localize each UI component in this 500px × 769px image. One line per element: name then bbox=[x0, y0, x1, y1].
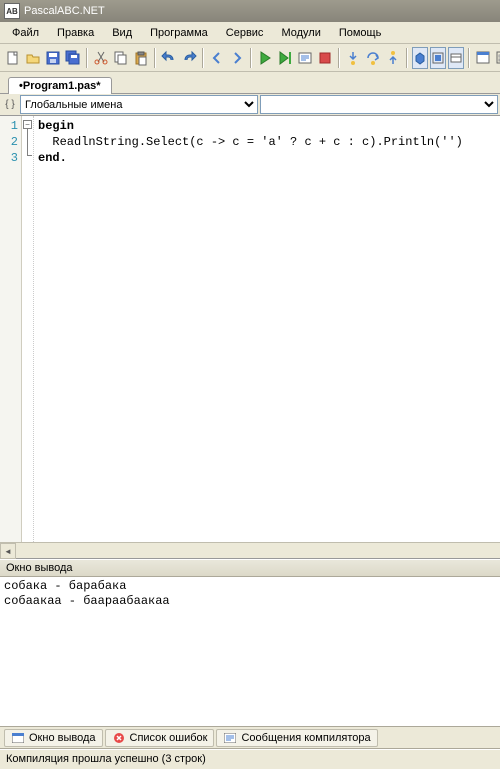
menubar: Файл Правка Вид Программа Сервис Модули … bbox=[0, 22, 500, 44]
output-line-2: собаакаа - баараабаакаа bbox=[4, 594, 170, 608]
output-body[interactable]: собака - барабака собаакаа - баараабаака… bbox=[0, 577, 500, 727]
nav-back-icon[interactable] bbox=[208, 47, 226, 69]
stop-icon[interactable] bbox=[316, 47, 334, 69]
compile-icon[interactable] bbox=[296, 47, 314, 69]
cut-icon[interactable] bbox=[92, 47, 110, 69]
toolbar-separator bbox=[86, 48, 88, 68]
code-area[interactable]: begin ReadlnString.Select(c -> c = 'a' ?… bbox=[34, 116, 500, 542]
menu-file[interactable]: Файл bbox=[4, 24, 47, 42]
document-tab-row: •Program1.pas* bbox=[0, 72, 500, 94]
mode-button-3[interactable] bbox=[448, 47, 464, 69]
save-icon[interactable] bbox=[44, 47, 62, 69]
toolbar-separator bbox=[154, 48, 156, 68]
menu-modules[interactable]: Модули bbox=[273, 24, 328, 42]
nav-forward-icon[interactable] bbox=[228, 47, 246, 69]
fold-line bbox=[27, 129, 28, 155]
horizontal-scrollbar[interactable]: ◄ bbox=[0, 542, 500, 558]
scope-combo[interactable]: Глобальные имена bbox=[20, 95, 258, 114]
undo-icon[interactable] bbox=[160, 47, 178, 69]
fold-end bbox=[27, 155, 32, 156]
step-into-icon[interactable] bbox=[344, 47, 362, 69]
run-sel-icon[interactable] bbox=[276, 47, 294, 69]
fold-toggle-icon[interactable]: − bbox=[23, 120, 32, 129]
menu-service[interactable]: Сервис bbox=[218, 24, 272, 42]
output-tab-icon bbox=[11, 732, 25, 744]
status-text: Компиляция прошла успешно (3 строк) bbox=[6, 753, 206, 765]
step-out-icon[interactable] bbox=[384, 47, 402, 69]
copy-icon[interactable] bbox=[112, 47, 130, 69]
menu-view[interactable]: Вид bbox=[104, 24, 140, 42]
menu-program[interactable]: Программа bbox=[142, 24, 216, 42]
run-icon[interactable] bbox=[256, 47, 274, 69]
titlebar: AB PascalABC.NET bbox=[0, 0, 500, 22]
toolbar-separator bbox=[338, 48, 340, 68]
paste-icon[interactable] bbox=[132, 47, 150, 69]
redo-icon[interactable] bbox=[180, 47, 198, 69]
toolbar-separator bbox=[468, 48, 470, 68]
toolbar-separator bbox=[250, 48, 252, 68]
scope-combo-row: { } Глобальные имена bbox=[0, 94, 500, 116]
fold-column: − bbox=[22, 116, 34, 542]
form-icon[interactable] bbox=[494, 47, 500, 69]
code-line-3: end. bbox=[38, 151, 67, 165]
open-file-icon[interactable] bbox=[24, 47, 42, 69]
tab-output[interactable]: Окно вывода bbox=[4, 729, 103, 747]
toolbar-separator bbox=[406, 48, 408, 68]
app-title: PascalABC.NET bbox=[24, 5, 105, 17]
window-icon[interactable] bbox=[474, 47, 492, 69]
output-line-1: собака - барабака bbox=[4, 579, 126, 593]
toolbar bbox=[0, 44, 500, 72]
code-line-2: ReadlnString.Select(c -> c = 'a' ? c + c… bbox=[38, 135, 463, 149]
errors-tab-icon bbox=[112, 732, 126, 744]
scroll-left-icon[interactable]: ◄ bbox=[0, 543, 16, 559]
editor-body[interactable]: 1 2 3 − begin ReadlnString.Select(c -> c… bbox=[0, 116, 500, 542]
step-over-icon[interactable] bbox=[364, 47, 382, 69]
tab-errors[interactable]: Список ошибок bbox=[105, 729, 215, 747]
code-line-1: begin bbox=[38, 119, 74, 133]
toolbar-separator bbox=[202, 48, 204, 68]
member-combo[interactable] bbox=[260, 95, 498, 114]
new-file-icon[interactable] bbox=[4, 47, 22, 69]
tab-compiler-messages[interactable]: Сообщения компилятора bbox=[216, 729, 377, 747]
mode-button-2[interactable] bbox=[430, 47, 446, 69]
bottom-tab-row: Окно вывода Список ошибок Сообщения комп… bbox=[0, 727, 500, 749]
editor-pane: 1 2 3 − begin ReadlnString.Select(c -> c… bbox=[0, 116, 500, 559]
namespace-icon: { } bbox=[2, 99, 18, 110]
line-gutter: 1 2 3 bbox=[0, 116, 22, 542]
menu-help[interactable]: Помощь bbox=[331, 24, 390, 42]
menu-edit[interactable]: Правка bbox=[49, 24, 102, 42]
output-header: Окно вывода bbox=[0, 559, 500, 577]
app-icon: AB bbox=[4, 3, 20, 19]
status-bar: Компиляция прошла успешно (3 строк) bbox=[0, 749, 500, 769]
mode-button-1[interactable] bbox=[412, 47, 428, 69]
tab-label: •Program1.pas* bbox=[19, 80, 101, 92]
compiler-tab-icon bbox=[223, 732, 237, 744]
document-tab[interactable]: •Program1.pas* bbox=[8, 77, 112, 94]
save-all-icon[interactable] bbox=[64, 47, 82, 69]
